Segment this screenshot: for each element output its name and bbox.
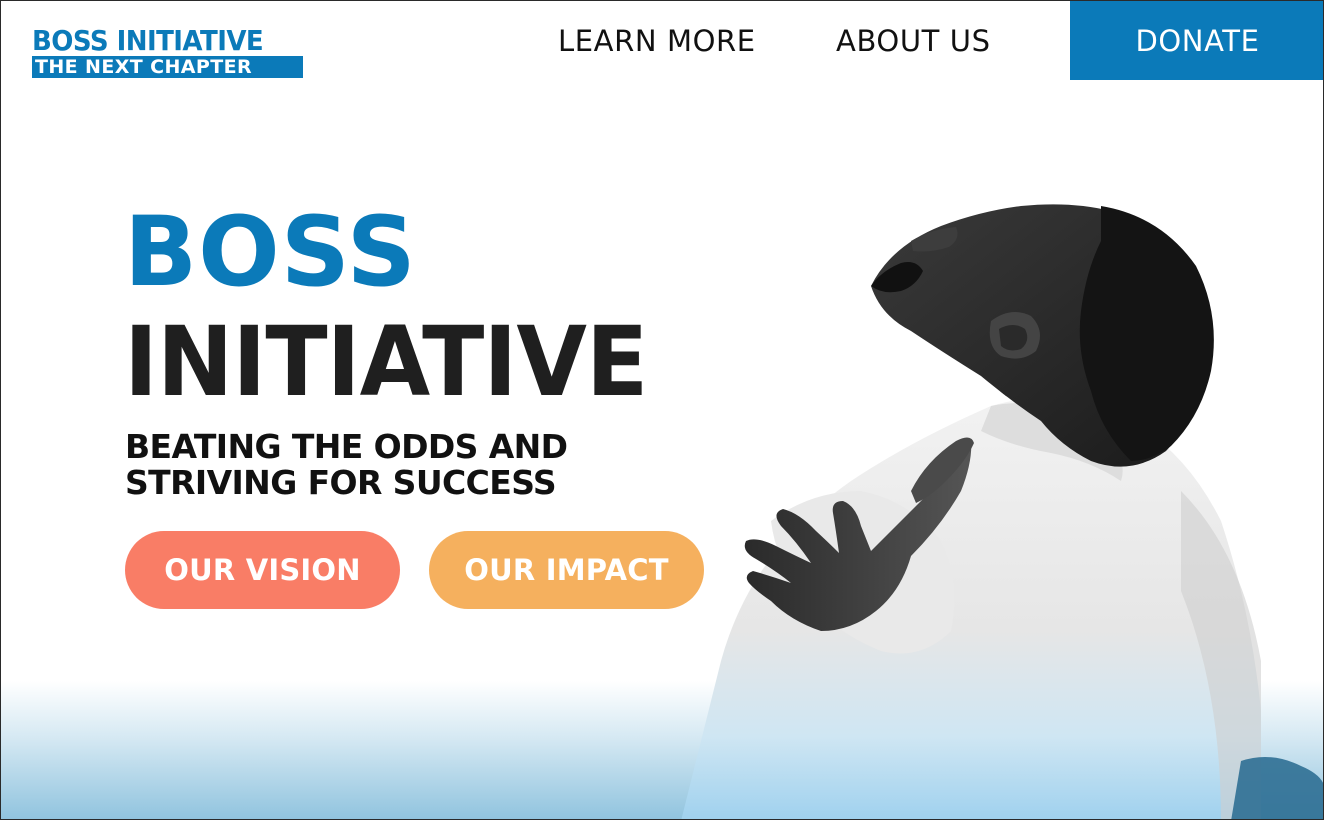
our-impact-button[interactable]: OUR IMPACT [429, 531, 704, 609]
donate-button[interactable]: DONATE [1070, 1, 1323, 80]
hero-tagline: BEATING THE ODDS AND STRIVING FOR SUCCES… [125, 429, 645, 501]
hero-tagline-line2: STRIVING FOR SUCCESS [125, 463, 557, 502]
hero-title-boss: BOSS [124, 196, 417, 308]
nav-learn-more-link[interactable]: LEARN MORE [558, 23, 756, 59]
logo-subtitle: THE NEXT CHAPTER [32, 56, 303, 78]
hero-title-initiative: INITIATIVE [124, 306, 648, 418]
nav-about-us-link[interactable]: ABOUT US [836, 23, 991, 59]
our-vision-button[interactable]: OUR VISION [125, 531, 400, 609]
landing-page: BOSS INITIATIVE THE NEXT CHAPTER LEARN M… [0, 0, 1324, 820]
logo-title: BOSS INITIATIVE [32, 24, 264, 57]
person-arms-outstretched-icon [681, 204, 1323, 819]
brand-logo[interactable]: BOSS INITIATIVE THE NEXT CHAPTER [32, 26, 308, 78]
hero-photo [661, 191, 1323, 819]
hero-tagline-line1: BEATING THE ODDS AND [125, 427, 568, 466]
